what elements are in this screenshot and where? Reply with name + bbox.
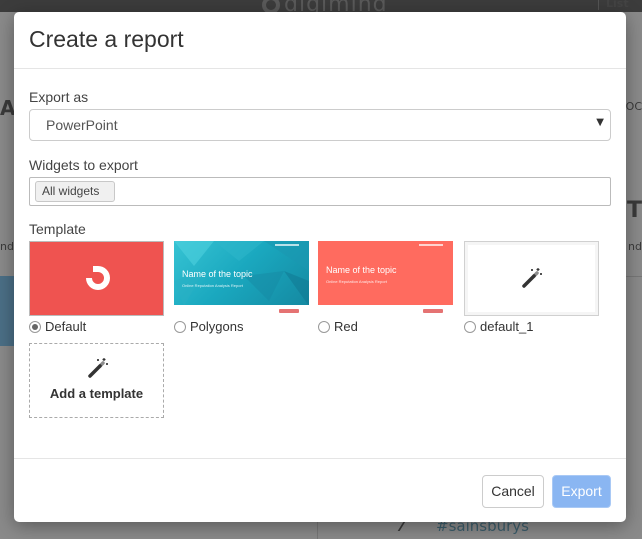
background-tab-label: List: [606, 0, 629, 10]
background-right-fragment: OC: [625, 100, 642, 113]
radio-unchecked-icon: [464, 320, 476, 333]
add-template-button[interactable]: Add a template: [29, 343, 164, 418]
template-default1-thumbnail[interactable]: [464, 241, 599, 316]
template-radio-default1[interactable]: default_1: [464, 319, 534, 334]
template-red-thumbnail[interactable]: Name of the topic Online Reputation Anal…: [318, 241, 453, 316]
magic-wand-icon: [522, 268, 542, 288]
caret-down-icon: ▼: [596, 117, 604, 128]
template-topbar: [419, 244, 443, 246]
radio-unchecked-icon: [174, 320, 186, 333]
dialog-footer: Cancel Export: [14, 458, 626, 522]
widgets-label: Widgets to export: [29, 157, 138, 173]
magic-wand-icon: [88, 358, 108, 378]
red-preview-title: Name of the topic: [326, 265, 397, 275]
background-divider: [317, 522, 318, 539]
template-default-thumbnail[interactable]: [29, 241, 164, 316]
template-option-label: Red: [334, 319, 358, 334]
dialog-header: Create a report: [14, 12, 626, 69]
create-report-dialog: Create a report Export as PowerPoint ▼ W…: [14, 12, 626, 522]
export-button[interactable]: Export: [552, 475, 611, 508]
dialog-title: Create a report: [29, 26, 184, 52]
template-polygons-thumbnail[interactable]: Name of the topic Online Reputation Anal…: [174, 241, 309, 316]
add-template-label: Add a template: [49, 386, 144, 401]
template-option-label: Polygons: [190, 319, 244, 334]
background-left-fragment: nd: [0, 240, 14, 253]
template-footer: [174, 305, 309, 316]
export-format-select[interactable]: PowerPoint ▼: [29, 109, 611, 141]
template-option-label: Default: [45, 319, 87, 334]
template-footer: [318, 305, 453, 316]
radio-checked-icon: [29, 320, 41, 333]
polygons-preview-title: Name of the topic: [182, 269, 253, 279]
template-radio-polygons[interactable]: Polygons: [174, 319, 243, 334]
polygons-preview-subtitle: Online Reputation Analysis Report: [182, 283, 243, 288]
template-option-label: default_1: [480, 319, 534, 334]
widget-tag[interactable]: All widgets: [35, 181, 115, 202]
digimind-logo-icon: [86, 266, 110, 290]
template-radio-red[interactable]: Red: [318, 319, 358, 334]
radio-unchecked-icon: [318, 320, 330, 333]
red-preview-subtitle: Online Reputation Analysis Report: [326, 279, 387, 284]
background-panel: [0, 276, 14, 346]
export-as-label: Export as: [29, 89, 89, 105]
background-divider: [626, 276, 642, 277]
template-radio-default[interactable]: Default: [29, 319, 86, 334]
template-label: Template: [29, 221, 86, 237]
export-format-value: PowerPoint: [46, 117, 118, 133]
background-right-fragment: nd: [628, 240, 642, 253]
widgets-input[interactable]: All widgets: [29, 177, 611, 206]
cancel-button[interactable]: Cancel: [482, 475, 544, 508]
template-topbar: [275, 244, 299, 246]
